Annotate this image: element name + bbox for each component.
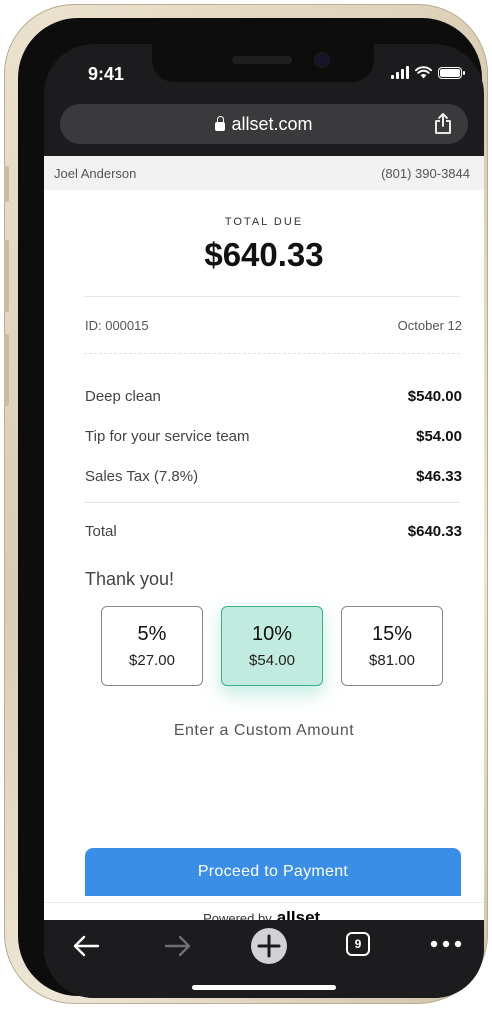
browser-toolbar: 9 <box>44 920 484 998</box>
line-item: Sales Tax (7.8%) $46.33 <box>44 456 484 496</box>
status-icons <box>391 66 465 79</box>
proceed-to-payment-button[interactable]: Proceed to Payment <box>85 848 461 896</box>
custom-amount-link[interactable]: Enter a Custom Amount <box>44 722 484 740</box>
cellular-signal-icon <box>391 66 409 79</box>
status-time: 9:41 <box>88 64 125 84</box>
notch <box>152 44 374 82</box>
tab-count: 9 <box>354 937 362 951</box>
screen: 9:41 allset.com Joel Anderson (801) 390-… <box>44 44 484 998</box>
total-due-amount: $640.33 <box>204 236 324 273</box>
forward-icon[interactable] <box>164 934 192 958</box>
total-row: Total $640.33 <box>44 503 484 559</box>
total-label: Total <box>85 522 117 540</box>
invoice-id: ID: 000015 <box>85 317 149 333</box>
tip-amount: $81.00 <box>369 652 415 669</box>
invoice-page: Joel Anderson (801) 390-3844 TOTAL DUE $… <box>44 156 484 927</box>
invoice-date: October 12 <box>397 317 462 333</box>
back-icon[interactable] <box>72 934 100 958</box>
total-amount: $640.33 <box>407 522 462 540</box>
volume-down-button <box>4 334 9 406</box>
tip-percent: 5% <box>137 623 167 645</box>
lock-icon <box>215 115 226 131</box>
tip-options: 5% $27.00 10% $54.00 15% $81.00 <box>44 606 484 686</box>
tip-percent: 10% <box>251 623 293 645</box>
line-item-amount: $54.00 <box>416 427 462 445</box>
line-item: Deep clean $540.00 <box>44 376 484 416</box>
tabs-icon[interactable]: 9 <box>346 932 370 956</box>
line-item-label: Tip for your service team <box>85 427 250 445</box>
line-item-label: Sales Tax (7.8%) <box>85 467 199 485</box>
customer-name: Joel Anderson <box>54 165 137 181</box>
line-item-amount: $46.33 <box>416 467 462 485</box>
tip-percent: 15% <box>371 623 413 645</box>
tip-amount: $54.00 <box>249 652 295 669</box>
customer-phone: (801) 390-3844 <box>381 165 470 181</box>
new-tab-icon[interactable] <box>249 926 289 966</box>
tip-option-5[interactable]: 5% $27.00 <box>101 606 203 686</box>
speaker <box>232 56 292 64</box>
url-bar[interactable]: allset.com <box>60 104 468 144</box>
tip-option-15[interactable]: 15% $81.00 <box>341 606 443 686</box>
mute-switch <box>4 166 9 202</box>
invoice-meta-row: ID: 000015 October 12 <box>44 297 484 353</box>
phone-bezel: 9:41 allset.com Joel Anderson (801) 390-… <box>18 18 484 998</box>
share-icon[interactable] <box>432 112 454 136</box>
line-item-label: Deep clean <box>85 387 161 405</box>
line-item: Tip for your service team $54.00 <box>44 416 484 456</box>
line-item-amount: $540.00 <box>407 387 462 405</box>
customer-bar: Joel Anderson (801) 390-3844 <box>44 156 484 190</box>
volume-up-button <box>4 240 9 312</box>
battery-icon <box>438 66 465 79</box>
thank-you-text: Thank you! <box>85 569 175 589</box>
tip-amount: $27.00 <box>129 652 175 669</box>
tip-option-10[interactable]: 10% $54.00 <box>221 606 323 686</box>
phone-frame: 9:41 allset.com Joel Anderson (801) 390-… <box>4 4 488 1004</box>
wifi-icon <box>415 66 432 79</box>
home-indicator[interactable] <box>192 985 336 990</box>
more-icon[interactable] <box>430 940 462 948</box>
camera <box>316 54 328 66</box>
url-text: allset.com <box>231 113 313 134</box>
total-due-label: TOTAL DUE <box>224 216 304 228</box>
